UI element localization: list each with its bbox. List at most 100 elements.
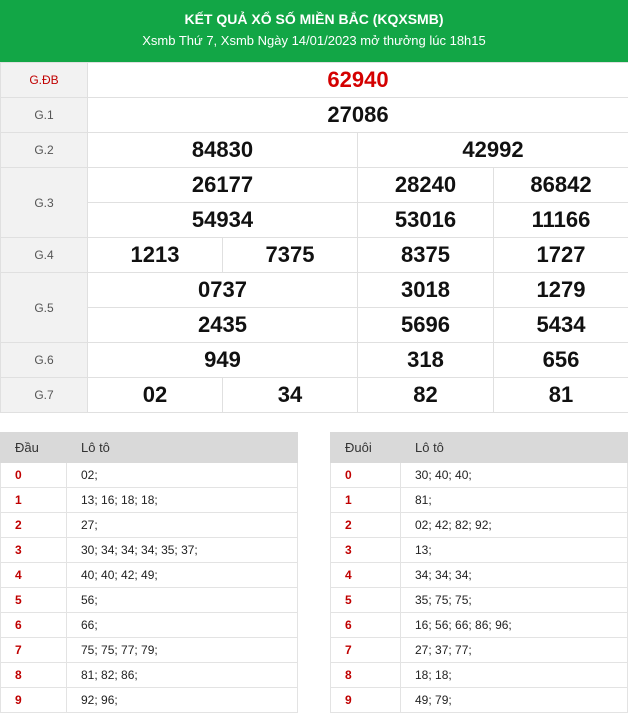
table-row: 666;: [1, 613, 298, 638]
prize-g6-number: 656: [494, 343, 628, 378]
loto-key: 9: [1, 688, 67, 713]
prize-label-g5: G.5: [1, 273, 88, 343]
loto-values: 81; 82; 86;: [67, 663, 298, 688]
column-header: Đuôi: [331, 433, 401, 463]
table-row: 113; 16; 18; 18;: [1, 488, 298, 513]
column-header: Đầu: [1, 433, 67, 463]
prize-g3-number: 26177: [88, 168, 358, 203]
table-row: 181;: [331, 488, 628, 513]
loto-key: 1: [1, 488, 67, 513]
prize-g5-number: 5696: [358, 308, 494, 343]
table-row: 434; 34; 34;: [331, 563, 628, 588]
prize-g7-number: 34: [223, 378, 358, 413]
prize-g3-number: 53016: [358, 203, 494, 238]
loto-values: 27;: [67, 513, 298, 538]
prize-g6-number: 949: [88, 343, 358, 378]
loto-key: 7: [331, 638, 401, 663]
prize-g6-number: 318: [358, 343, 494, 378]
table-row: 202; 42; 82; 92;: [331, 513, 628, 538]
table-row: 992; 96;: [1, 688, 298, 713]
loto-values: 66;: [67, 613, 298, 638]
prize-g2-number: 42992: [358, 133, 628, 168]
prize-label-g1: G.1: [1, 98, 88, 133]
prize-g5-number: 1279: [494, 273, 628, 308]
prize-g7-number: 02: [88, 378, 223, 413]
loto-values: 56;: [67, 588, 298, 613]
loto-values: 40; 40; 42; 49;: [67, 563, 298, 588]
loto-values: 13;: [401, 538, 628, 563]
table-row: 818; 18;: [331, 663, 628, 688]
loto-key: 5: [1, 588, 67, 613]
prize-g4-number: 1727: [494, 238, 628, 273]
prize-g3-number: 86842: [494, 168, 628, 203]
column-header: Lô tô: [401, 433, 628, 463]
table-row: 440; 40; 42; 49;: [1, 563, 298, 588]
table-row: 227;: [1, 513, 298, 538]
loto-key: 7: [1, 638, 67, 663]
special-prize-number: 62940: [88, 63, 628, 98]
loto-dau-table: Đầu Lô tô 002; 113; 16; 18; 18; 227; 330…: [0, 432, 298, 713]
prize-g3-number: 54934: [88, 203, 358, 238]
loto-values: 30; 40; 40;: [401, 463, 628, 488]
loto-values: 02; 42; 82; 92;: [401, 513, 628, 538]
table-row: 556;: [1, 588, 298, 613]
loto-key: 6: [331, 613, 401, 638]
loto-key: 4: [1, 563, 67, 588]
table-row: 616; 56; 66; 86; 96;: [331, 613, 628, 638]
loto-key: 8: [1, 663, 67, 688]
prize-label-g4: G.4: [1, 238, 88, 273]
table-row: 949; 79;: [331, 688, 628, 713]
prize-g4-number: 8375: [358, 238, 494, 273]
prize-g5-number: 5434: [494, 308, 628, 343]
table-row: 002;: [1, 463, 298, 488]
table-row: 775; 75; 77; 79;: [1, 638, 298, 663]
table-row: 330; 34; 34; 34; 35; 37;: [1, 538, 298, 563]
prize-g4-number: 7375: [223, 238, 358, 273]
loto-key: 0: [1, 463, 67, 488]
prize-g3-number: 28240: [358, 168, 494, 203]
loto-values: 75; 75; 77; 79;: [67, 638, 298, 663]
loto-key: 6: [1, 613, 67, 638]
loto-values: 02;: [67, 463, 298, 488]
loto-values: 30; 34; 34; 34; 35; 37;: [67, 538, 298, 563]
loto-values: 92; 96;: [67, 688, 298, 713]
page-subtitle: Xsmb Thứ 7, Xsmb Ngày 14/01/2023 mở thưở…: [0, 33, 628, 48]
prize-g1-number: 27086: [88, 98, 628, 133]
loto-key: 8: [331, 663, 401, 688]
loto-key: 2: [331, 513, 401, 538]
loto-key: 9: [331, 688, 401, 713]
prize-label-g2: G.2: [1, 133, 88, 168]
table-row: 313;: [331, 538, 628, 563]
prize-label-gdb: G.ĐB: [1, 63, 88, 98]
prize-g4-number: 1213: [88, 238, 223, 273]
page-title: KẾT QUẢ XỔ SỐ MIỀN BẮC (KQXSMB): [0, 11, 628, 27]
loto-key: 5: [331, 588, 401, 613]
loto-values: 13; 16; 18; 18;: [67, 488, 298, 513]
loto-values: 81;: [401, 488, 628, 513]
loto-duoi-table: Đuôi Lô tô 030; 40; 40; 181; 202; 42; 82…: [330, 432, 628, 713]
prize-g7-number: 81: [494, 378, 628, 413]
prize-g5-number: 0737: [88, 273, 358, 308]
loto-key: 4: [331, 563, 401, 588]
loto-key: 3: [331, 538, 401, 563]
prize-g3-number: 11166: [494, 203, 628, 238]
loto-values: 49; 79;: [401, 688, 628, 713]
prize-label-g3: G.3: [1, 168, 88, 238]
header-banner: KẾT QUẢ XỔ SỐ MIỀN BẮC (KQXSMB) Xsmb Thứ…: [0, 0, 628, 62]
loto-key: 3: [1, 538, 67, 563]
loto-key: 2: [1, 513, 67, 538]
table-row: 727; 37; 77;: [331, 638, 628, 663]
table-row: 881; 82; 86;: [1, 663, 298, 688]
loto-values: 34; 34; 34;: [401, 563, 628, 588]
loto-values: 27; 37; 77;: [401, 638, 628, 663]
loto-key: 0: [331, 463, 401, 488]
prize-g5-number: 2435: [88, 308, 358, 343]
column-header: Lô tô: [67, 433, 298, 463]
loto-values: 16; 56; 66; 86; 96;: [401, 613, 628, 638]
prize-g5-number: 3018: [358, 273, 494, 308]
loto-key: 1: [331, 488, 401, 513]
results-table: G.ĐB 62940 G.1 27086 G.2 84830 42992 G.3…: [0, 62, 628, 413]
loto-values: 35; 75; 75;: [401, 588, 628, 613]
prize-g2-number: 84830: [88, 133, 358, 168]
prize-label-g6: G.6: [1, 343, 88, 378]
